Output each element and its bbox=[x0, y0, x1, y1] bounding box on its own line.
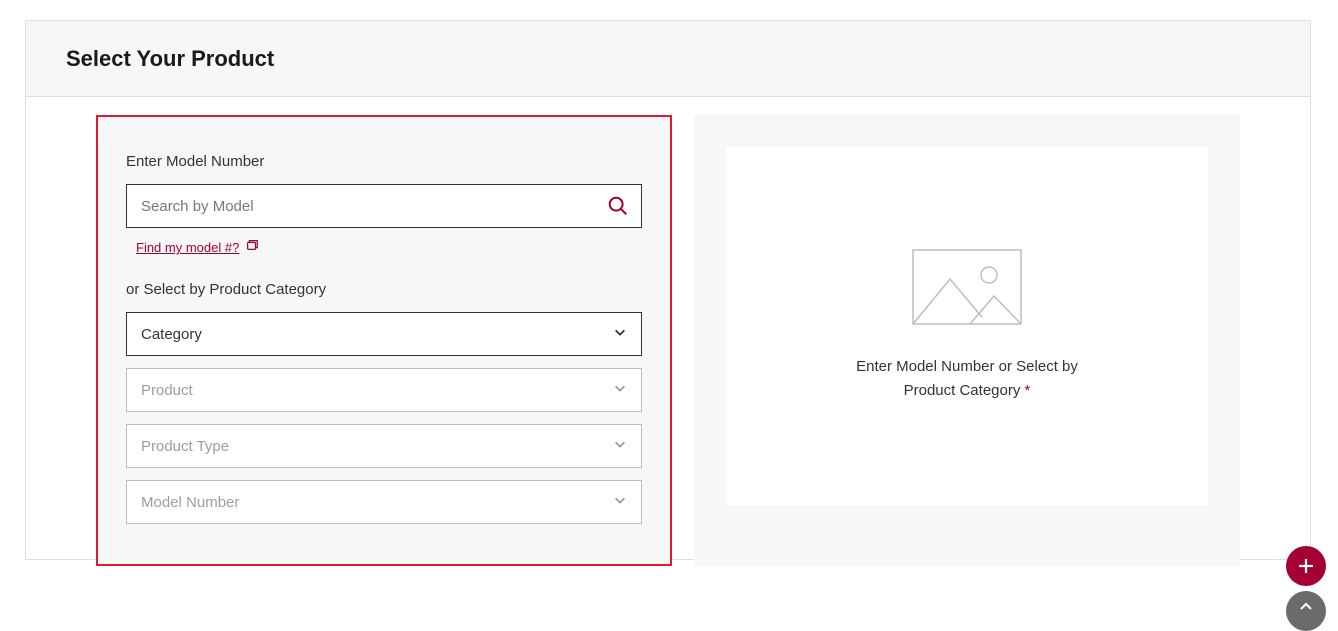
image-placeholder-icon bbox=[912, 249, 1022, 325]
chevron-down-icon bbox=[613, 325, 627, 344]
preview-line2: Product Category bbox=[904, 382, 1021, 399]
search-icon bbox=[607, 195, 629, 217]
preview-line1: Enter Model Number or Select by bbox=[856, 358, 1078, 375]
product-type-select-text: Product Type bbox=[141, 438, 229, 455]
product-type-select: Product Type bbox=[126, 424, 642, 468]
popup-icon bbox=[245, 238, 259, 257]
product-input-panel: Enter Model Number Find my model #? bbox=[96, 115, 672, 566]
model-number-label: Enter Model Number bbox=[126, 153, 642, 170]
header-bar: Select Your Product bbox=[26, 21, 1310, 97]
required-asterisk: * bbox=[1025, 382, 1031, 399]
model-number-select-text: Model Number bbox=[141, 494, 239, 511]
find-model-link[interactable]: Find my model #? bbox=[136, 240, 239, 255]
product-preview-panel: Enter Model Number or Select by Product … bbox=[694, 115, 1240, 566]
preview-instruction: Enter Model Number or Select by Product … bbox=[856, 355, 1078, 403]
content-area: Enter Model Number Find my model #? bbox=[26, 97, 1310, 590]
model-number-select: Model Number bbox=[126, 480, 642, 524]
model-search-input[interactable] bbox=[126, 184, 642, 228]
category-select[interactable]: Category bbox=[126, 312, 642, 356]
model-search-wrapper bbox=[126, 184, 642, 228]
add-button[interactable] bbox=[1286, 546, 1326, 586]
product-select-container: Select Your Product Enter Model Number F… bbox=[25, 20, 1311, 560]
product-select-text: Product bbox=[141, 382, 193, 399]
find-model-row: Find my model #? bbox=[126, 238, 642, 257]
product-select: Product bbox=[126, 368, 642, 412]
chevron-down-icon bbox=[613, 437, 627, 456]
chevron-down-icon bbox=[613, 381, 627, 400]
category-select-text: Category bbox=[141, 326, 202, 343]
chevron-up-icon bbox=[1298, 599, 1314, 615]
chevron-down-icon bbox=[613, 493, 627, 512]
scroll-top-button[interactable] bbox=[1286, 591, 1326, 631]
model-search-button[interactable] bbox=[600, 188, 636, 224]
category-label: or Select by Product Category bbox=[126, 281, 642, 298]
preview-box: Enter Model Number or Select by Product … bbox=[726, 147, 1208, 505]
plus-icon bbox=[1297, 557, 1315, 575]
page-title: Select Your Product bbox=[66, 46, 274, 72]
